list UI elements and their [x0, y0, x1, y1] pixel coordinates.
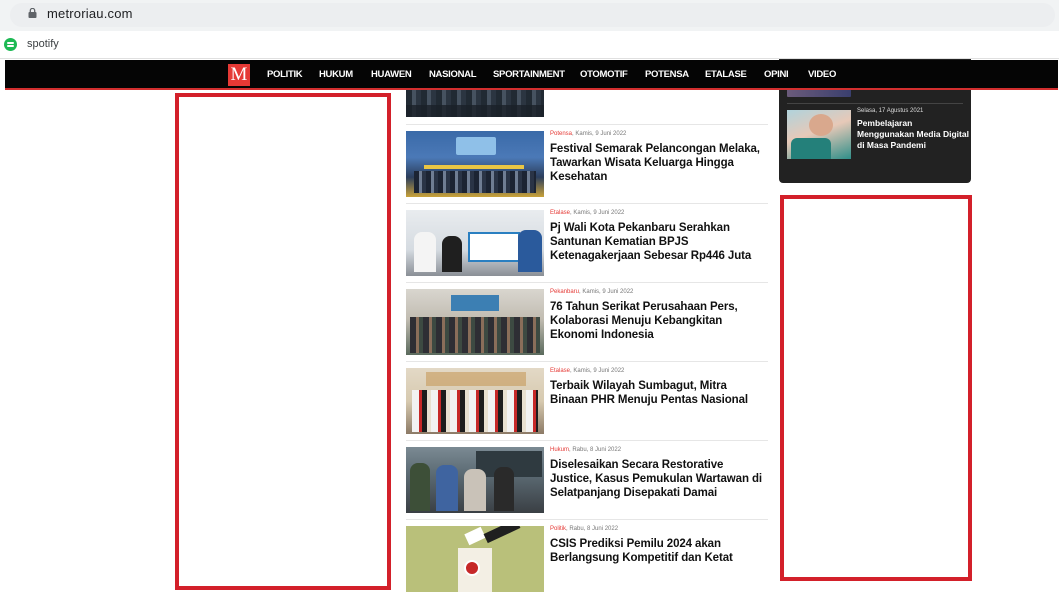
sidebar-article-thumb[interactable] — [787, 110, 851, 159]
feed-divider — [406, 519, 768, 520]
right-ad-placeholder — [780, 195, 972, 581]
article-thumb[interactable] — [406, 526, 544, 592]
article-date: , Rabu, 8 Juni 2022 — [566, 526, 619, 532]
sidebar-article-date: Selasa, 17 Agustus 2021 — [857, 108, 924, 114]
article-title[interactable]: Diselesaikan Secara Restorative Justice,… — [550, 458, 766, 500]
article-thumb[interactable] — [406, 210, 544, 276]
article-meta: Etalase, Kamis, 9 Juni 2022 — [550, 210, 624, 216]
web-page: Selasa, 17 Agustus 2021 Pembelajaran Men… — [0, 59, 1059, 597]
feed-divider — [406, 203, 768, 204]
nav-item-potensa[interactable]: POTENSA — [645, 69, 689, 80]
nav-item-opini[interactable]: OPINI — [764, 69, 789, 80]
article-thumb-partial[interactable] — [406, 90, 544, 117]
article-meta: Pekanbaru, Kamis, 9 Juni 2022 — [550, 289, 633, 295]
bookmark-spotify[interactable]: spotify — [27, 38, 59, 50]
main-navigation: M POLITIK HUKUM HUAWEN NASIONAL SPORTAIN… — [5, 60, 1058, 90]
article-title[interactable]: Terbaik Wilayah Sumbagut, Mitra Binaan P… — [550, 379, 766, 407]
article-date: , Kamis, 9 Juni 2022 — [570, 210, 625, 216]
spotify-icon[interactable] — [4, 38, 17, 51]
article-meta: Potensa, Kamis, 9 Juni 2022 — [550, 131, 626, 137]
browser-url-bar: metroriau.com — [0, 0, 1059, 31]
article-category[interactable]: Etalase — [550, 210, 570, 216]
article-category[interactable]: Pekanbaru — [550, 289, 579, 295]
feed-divider — [406, 282, 768, 283]
nav-item-hukum[interactable]: HUKUM — [319, 69, 353, 80]
article-category[interactable]: Hukum — [550, 447, 569, 453]
feed-divider — [406, 124, 768, 125]
article-date: , Rabu, 8 Juni 2022 — [569, 447, 622, 453]
left-ad-placeholder — [175, 93, 391, 590]
url-text[interactable]: metroriau.com — [47, 6, 133, 21]
article-category[interactable]: Etalase — [550, 368, 570, 374]
nav-item-etalase[interactable]: ETALASE — [705, 69, 747, 80]
lock-icon[interactable] — [28, 8, 37, 18]
article-title[interactable]: Pj Wali Kota Pekanbaru Serahkan Santunan… — [550, 221, 766, 263]
nav-item-huawen[interactable]: HUAWEN — [371, 69, 412, 80]
nav-item-otomotif[interactable]: OTOMOTIF — [580, 69, 628, 80]
article-meta: Etalase, Kamis, 9 Juni 2022 — [550, 368, 624, 374]
article-item[interactable]: Politik, Rabu, 8 Juni 2022 CSIS Prediksi… — [406, 526, 768, 596]
article-item[interactable]: Etalase, Kamis, 9 Juni 2022 Pj Wali Kota… — [406, 210, 768, 280]
sidebar-divider — [787, 103, 963, 104]
article-thumb[interactable] — [406, 131, 544, 197]
article-title[interactable]: Festival Semarak Pelancongan Melaka, Taw… — [550, 142, 766, 184]
nav-item-sportainment[interactable]: SPORTAINMENT — [493, 69, 565, 80]
article-title[interactable]: 76 Tahun Serikat Perusahaan Pers, Kolabo… — [550, 300, 766, 342]
article-item[interactable]: Potensa, Kamis, 9 Juni 2022 Festival Sem… — [406, 131, 768, 201]
article-date: , Kamis, 9 Juni 2022 — [572, 131, 627, 137]
article-meta: Politik, Rabu, 8 Juni 2022 — [550, 526, 618, 532]
article-item[interactable]: Pekanbaru, Kamis, 9 Juni 2022 76 Tahun S… — [406, 289, 768, 359]
site-logo[interactable]: M — [228, 64, 250, 86]
feed-divider — [406, 361, 768, 362]
article-title[interactable]: CSIS Prediksi Pemilu 2024 akan Berlangsu… — [550, 537, 766, 565]
feed-divider — [406, 440, 768, 441]
article-meta: Hukum, Rabu, 8 Juni 2022 — [550, 447, 621, 453]
article-item[interactable]: Hukum, Rabu, 8 Juni 2022 Diselesaikan Se… — [406, 447, 768, 517]
nav-item-video[interactable]: VIDEO — [808, 69, 836, 80]
sidebar-article-title[interactable]: Pembelajaran Menggunakan Media Digital d… — [857, 118, 969, 151]
bookmarks-bar: spotify — [0, 31, 1059, 59]
nav-item-politik[interactable]: POLITIK — [267, 69, 303, 80]
article-thumb[interactable] — [406, 447, 544, 513]
article-date: , Kamis, 9 Juni 2022 — [570, 368, 625, 374]
article-date: , Kamis, 9 Juni 2022 — [579, 289, 634, 295]
article-item[interactable]: Etalase, Kamis, 9 Juni 2022 Terbaik Wila… — [406, 368, 768, 438]
address-field[interactable] — [10, 3, 1055, 27]
article-thumb[interactable] — [406, 368, 544, 434]
nav-item-nasional[interactable]: NASIONAL — [429, 69, 477, 80]
article-category[interactable]: Potensa — [550, 131, 572, 137]
article-thumb[interactable] — [406, 289, 544, 355]
article-category[interactable]: Politik — [550, 526, 566, 532]
